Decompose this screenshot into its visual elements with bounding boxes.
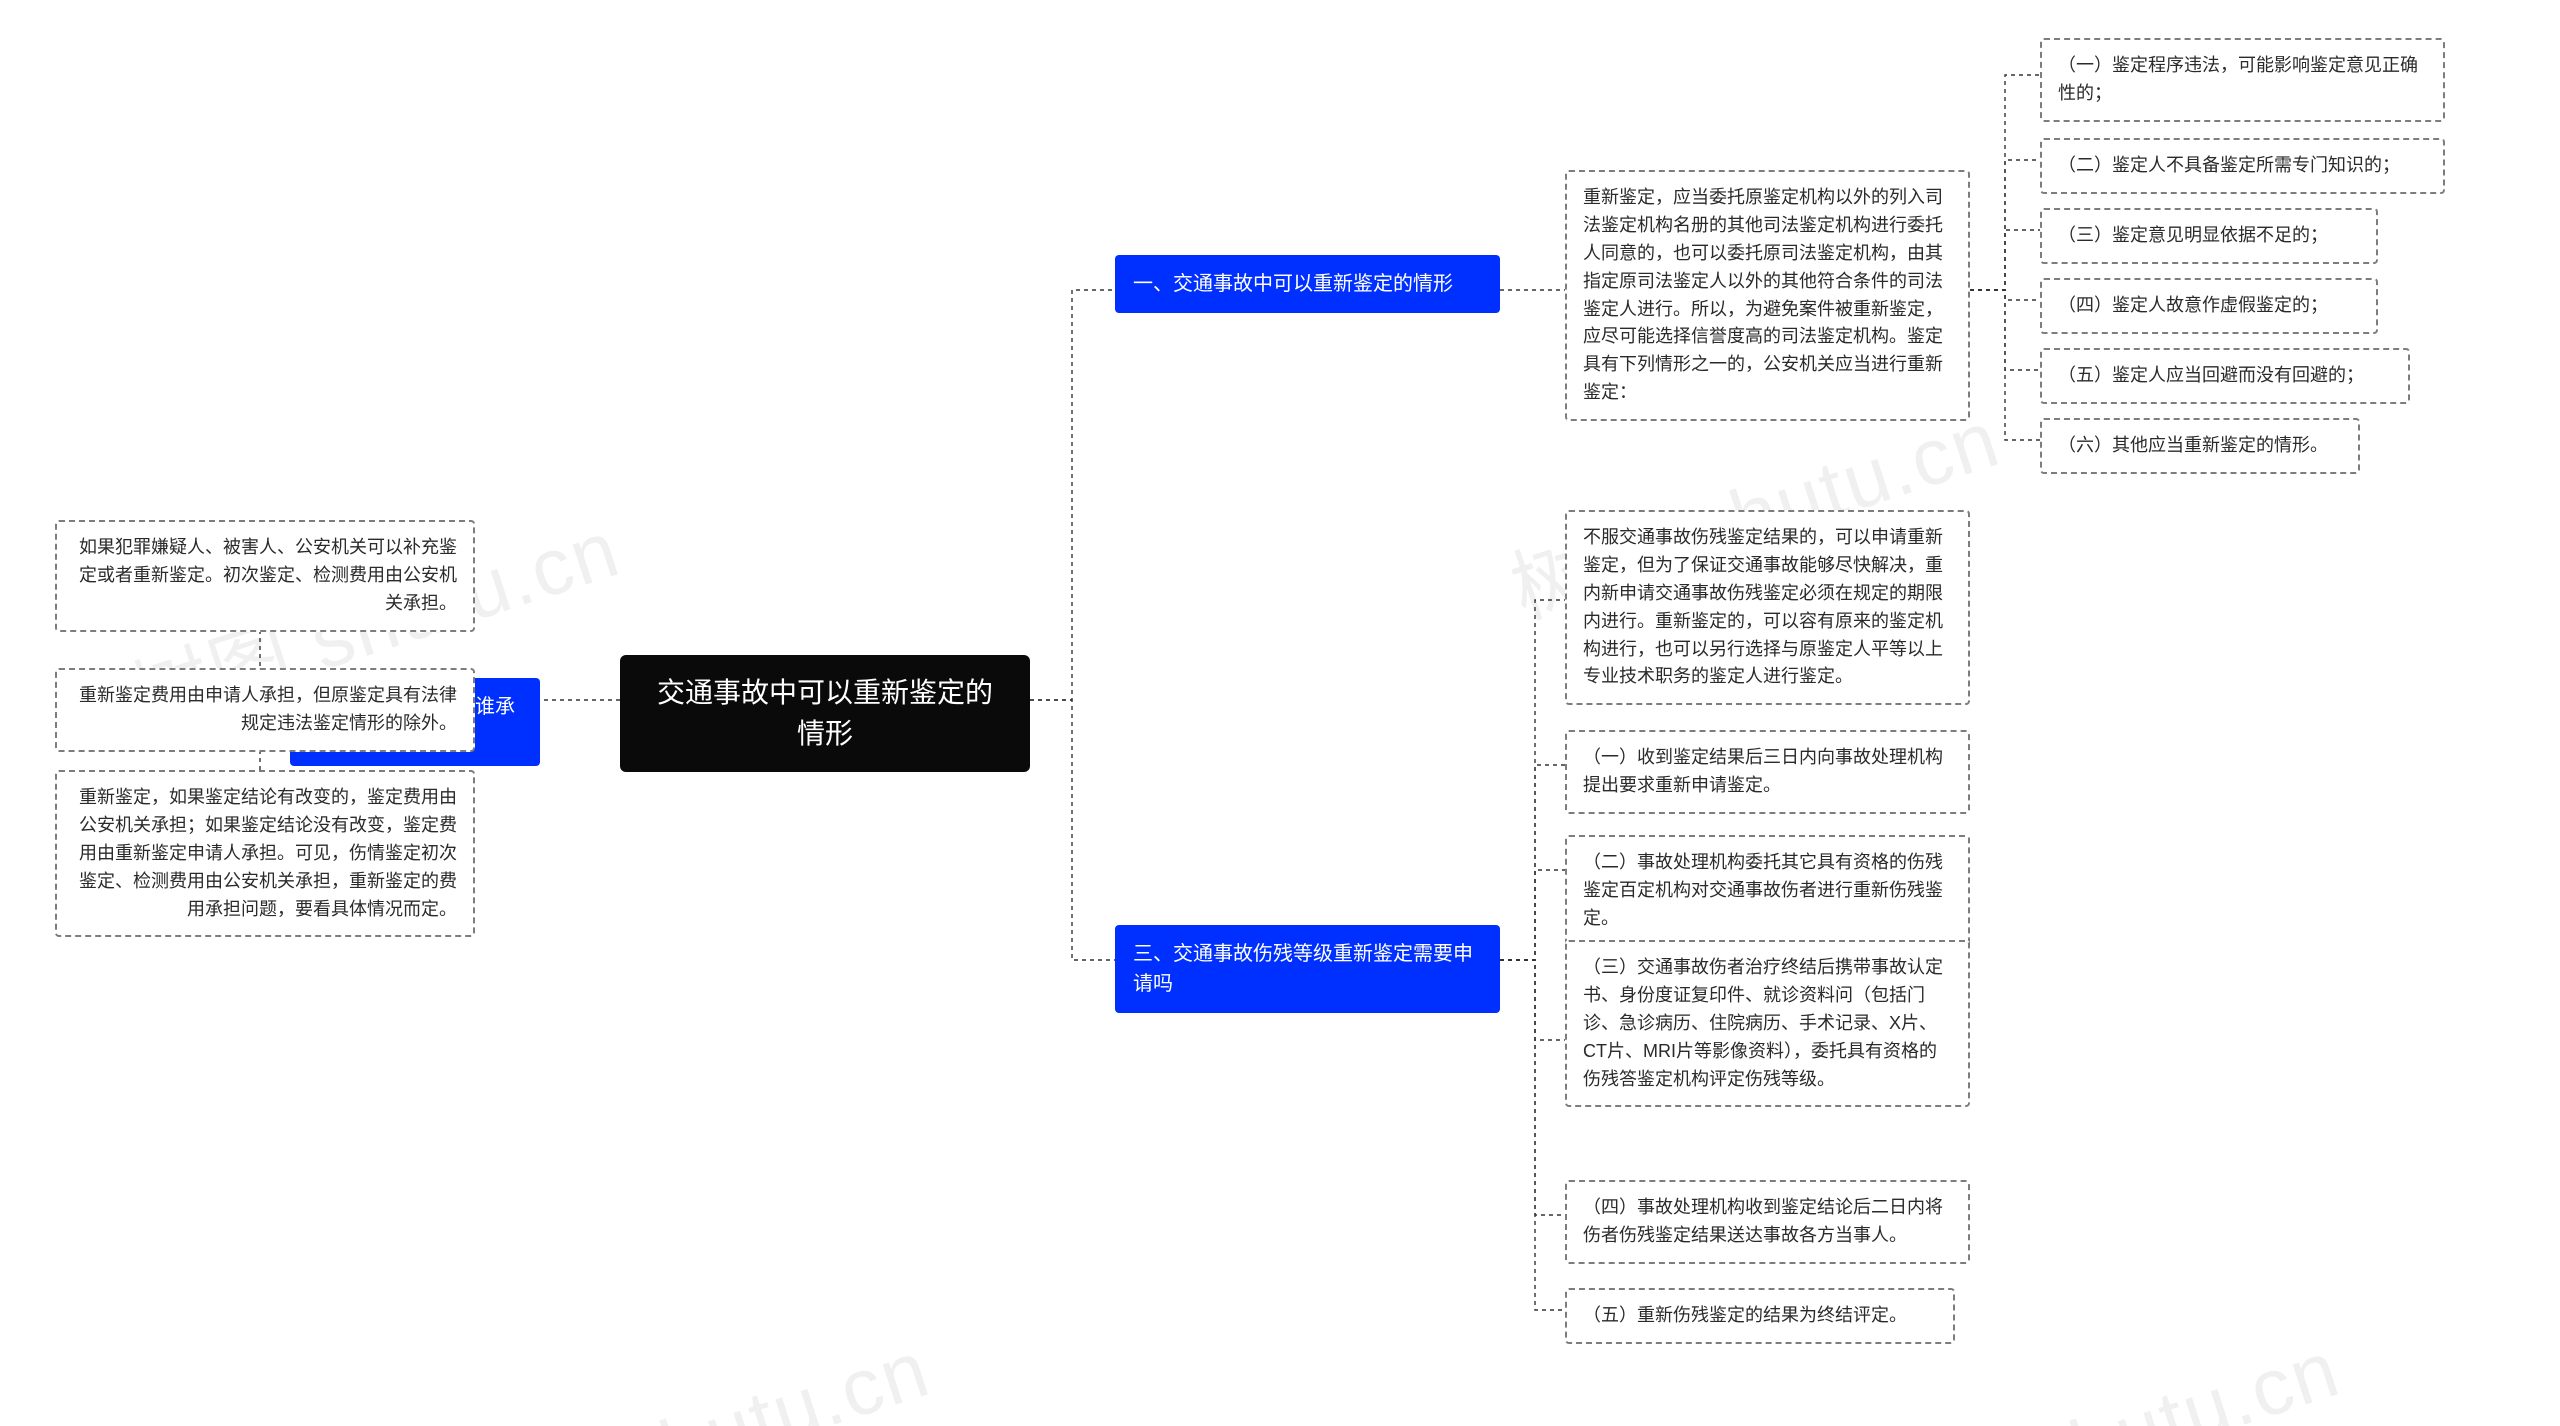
branch-3-item-3[interactable]: （二）事故处理机构委托其它具有资格的伤残鉴定百定机构对交通事故伤者进行重新伤残鉴… — [1565, 835, 1970, 947]
branch-1-item-6[interactable]: （六）其他应当重新鉴定的情形。 — [2040, 418, 2360, 474]
watermark: 树图 shutu.cn — [424, 1305, 942, 1426]
branch-1-item-1[interactable]: （一）鉴定程序违法，可能影响鉴定意见正确性的； — [2040, 38, 2445, 122]
branch-2-item-2[interactable]: 重新鉴定费用由申请人承担，但原鉴定具有法律规定违法鉴定情形的除外。 — [55, 668, 475, 752]
branch-3-item-6[interactable]: （五）重新伤残鉴定的结果为终结评定。 — [1565, 1288, 1955, 1344]
branch-2-item-1[interactable]: 如果犯罪嫌疑人、被害人、公安机关可以补充鉴定或者重新鉴定。初次鉴定、检测费用由公… — [55, 520, 475, 632]
branch-3-item-4[interactable]: （三）交通事故伤者治疗终结后携带事故认定书、身份度证复印件、就诊资料问（包括门诊… — [1565, 940, 1970, 1107]
branch-1-item-4[interactable]: （四）鉴定人故意作虚假鉴定的； — [2040, 278, 2378, 334]
branch-2-item-3[interactable]: 重新鉴定，如果鉴定结论有改变的，鉴定费用由公安机关承担；如果鉴定结论没有改变，鉴… — [55, 770, 475, 937]
branch-1-item-5[interactable]: （五）鉴定人应当回避而没有回避的； — [2040, 348, 2410, 404]
branch-3[interactable]: 三、交通事故伤残等级重新鉴定需要申请吗 — [1115, 925, 1500, 1013]
branch-1-item-3[interactable]: （三）鉴定意见明显依据不足的； — [2040, 208, 2378, 264]
branch-1[interactable]: 一、交通事故中可以重新鉴定的情形 — [1115, 255, 1500, 313]
branch-3-item-5[interactable]: （四）事故处理机构收到鉴定结论后二日内将伤者伤残鉴定结果送达事故各方当事人。 — [1565, 1180, 1970, 1264]
branch-1-detail[interactable]: 重新鉴定，应当委托原鉴定机构以外的列入司法鉴定机构名册的其他司法鉴定机构进行委托… — [1565, 170, 1970, 421]
branch-3-item-1[interactable]: 不服交通事故伤残鉴定结果的，可以申请重新鉴定，但为了保证交通事故能够尽快解决，重… — [1565, 510, 1970, 705]
branch-1-item-2[interactable]: （二）鉴定人不具备鉴定所需专门知识的； — [2040, 138, 2445, 194]
branch-3-item-2[interactable]: （一）收到鉴定结果后三日内向事故处理机构提出要求重新申请鉴定。 — [1565, 730, 1970, 814]
root-node[interactable]: 交通事故中可以重新鉴定的情形 — [620, 655, 1030, 772]
